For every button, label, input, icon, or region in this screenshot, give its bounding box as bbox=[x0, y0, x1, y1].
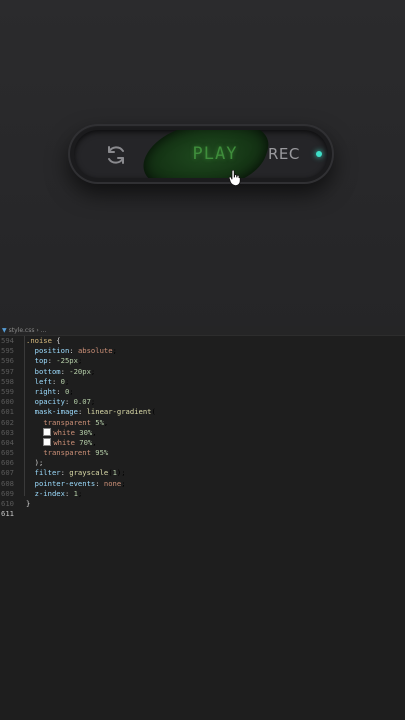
line-text: position: absolute; bbox=[34, 346, 117, 356]
line-text: left: 0; bbox=[34, 376, 70, 386]
line-number: 602 bbox=[1, 417, 14, 427]
code-line[interactable]: 599 right: 0; bbox=[0, 387, 405, 397]
hand-cursor-icon bbox=[229, 170, 241, 186]
color-swatch[interactable] bbox=[43, 427, 52, 436]
line-text: white 70%, bbox=[14, 437, 97, 448]
line-number: 603 bbox=[1, 427, 14, 437]
line-text: right: 0; bbox=[34, 386, 74, 396]
line-number: 610 bbox=[1, 499, 14, 508]
line-text: bottom: -20px; bbox=[34, 366, 96, 376]
play-button[interactable]: PLAY bbox=[180, 144, 250, 164]
line-text: mask-image: linear-gradient( bbox=[34, 407, 156, 417]
tab-title: style.css › ... bbox=[8, 327, 47, 334]
code-line[interactable]: 611 bbox=[0, 509, 405, 519]
editor-tab[interactable]: ▼ style.css › ... bbox=[0, 326, 405, 336]
code-line[interactable]: 610} bbox=[0, 499, 405, 509]
line-number: 594 bbox=[1, 336, 14, 345]
line-number: 600 bbox=[1, 397, 14, 407]
code-line[interactable]: 608 pointer-events: none; bbox=[0, 479, 405, 489]
line-number: 598 bbox=[1, 376, 14, 386]
transport-control: PLAY REC bbox=[68, 124, 334, 184]
line-number: 596 bbox=[1, 356, 14, 366]
line-number: 607 bbox=[1, 468, 14, 478]
code-editor: ▼ style.css › ... 594 .noise {595 position… bbox=[0, 326, 405, 720]
line-text bbox=[14, 509, 26, 519]
line-number: 608 bbox=[1, 478, 14, 488]
code-line[interactable]: 605 transparent 95% bbox=[0, 448, 405, 458]
code-line[interactable]: 606 ); bbox=[0, 458, 405, 468]
line-text: transparent 95% bbox=[43, 448, 109, 458]
line-text: opacity: 0.07; bbox=[34, 397, 96, 407]
code-line[interactable]: 597 bottom: -20px; bbox=[0, 367, 405, 377]
code-line[interactable]: 603 white 30%, bbox=[0, 427, 405, 438]
rec-status-led bbox=[316, 151, 322, 157]
code-line[interactable]: 600 opacity: 0.07; bbox=[0, 397, 405, 407]
code-line[interactable]: 602 transparent 5%, bbox=[0, 418, 405, 428]
css-file-icon: ▼ bbox=[2, 327, 7, 334]
refresh-icon[interactable] bbox=[104, 143, 128, 167]
code-line[interactable]: 609 z-index: 1; bbox=[0, 489, 405, 499]
line-number: 601 bbox=[1, 407, 14, 417]
line-number: 599 bbox=[1, 386, 14, 396]
line-text: .noise { bbox=[26, 336, 61, 345]
line-text: ); bbox=[26, 458, 44, 468]
line-number: 597 bbox=[1, 366, 14, 376]
line-text: top: -25px; bbox=[34, 356, 83, 366]
code-lines[interactable]: 594 .noise {595 position: absolute; 596 to… bbox=[0, 336, 405, 519]
code-line[interactable]: 604 white 70%, bbox=[0, 437, 405, 448]
line-text: z-index: 1; bbox=[34, 488, 83, 498]
line-text: filter: grayscale(1); bbox=[34, 468, 126, 478]
line-text: } bbox=[26, 499, 31, 508]
code-line[interactable]: 596 top: -25px; bbox=[0, 356, 405, 366]
transport-track: PLAY REC bbox=[74, 130, 328, 178]
code-line[interactable]: 595 position: absolute; bbox=[0, 346, 405, 356]
code-line[interactable]: 607 filter: grayscale(1); bbox=[0, 468, 405, 478]
line-number: 611 bbox=[1, 509, 14, 519]
line-text: white 30%, bbox=[14, 427, 97, 438]
line-number: 604 bbox=[1, 437, 14, 447]
line-number: 595 bbox=[1, 346, 14, 356]
code-line[interactable]: 594 .noise { bbox=[0, 336, 405, 346]
line-number: 605 bbox=[1, 448, 14, 458]
line-number: 606 bbox=[1, 458, 14, 468]
line-text: transparent 5%, bbox=[43, 417, 109, 427]
line-number: 609 bbox=[1, 488, 14, 498]
code-line[interactable]: 601 mask-image: linear-gradient( bbox=[0, 407, 405, 417]
code-line[interactable]: 598 left: 0; bbox=[0, 377, 405, 387]
rec-button[interactable]: REC bbox=[268, 145, 300, 163]
line-text: pointer-events: none; bbox=[34, 478, 126, 488]
color-swatch[interactable] bbox=[43, 437, 52, 446]
